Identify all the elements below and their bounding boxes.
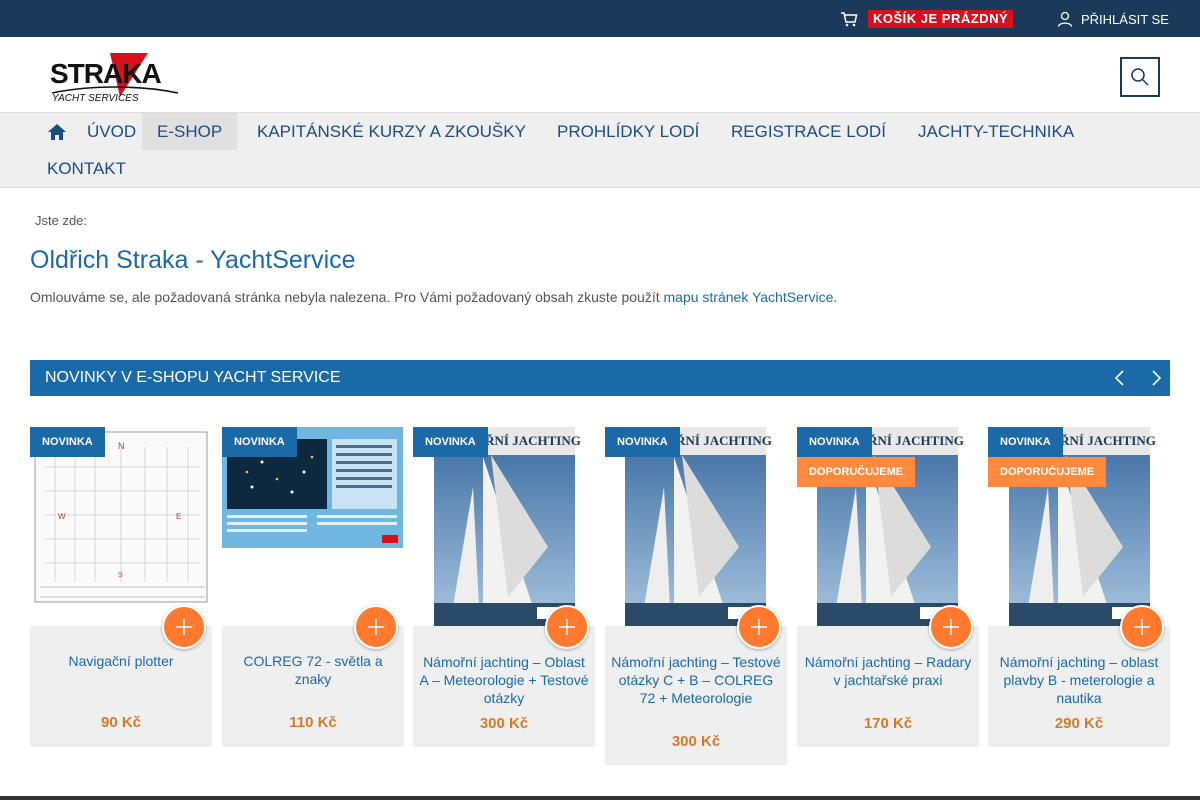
main-nav: ÚVOD E-SHOP KAPITÁNSKÉ KURZY A ZKOUŠKY P… [0,113,1200,188]
product-name[interactable]: Námořní jachting – Oblast A – Meteorolog… [418,653,590,707]
svg-text:W: W [58,512,66,521]
product-name[interactable]: Námořní jachting – oblast plavby B - met… [993,653,1165,707]
cart-icon [841,12,858,27]
cart-link[interactable]: KOŠÍK JE PRÁZDNÝ [840,9,1014,29]
message-text: Omlouváme se, ale požadovaná stránka neb… [30,289,664,305]
login-label: PŘIHLÁSIT SE [1081,11,1169,27]
header: STRAKA YACHT SERVICES [0,37,1200,113]
sitemap-link[interactable]: mapu stránek YachtService [664,289,834,305]
top-bar: KOŠÍK JE PRÁZDNÝ PŘIHLÁSIT SE [0,0,1200,37]
badge-new: NOVINKA [30,427,105,457]
nav-item-label: E-SHOP [157,122,223,141]
search-button[interactable] [1120,57,1160,97]
badge-recommended: DOPORUČUJEME [988,457,1107,487]
user-icon [1057,11,1073,27]
breadcrumb: Jste zde: [35,213,88,228]
product-price: 90 Kč [100,714,142,731]
add-to-cart-button[interactable] [354,605,398,649]
nav-item-label: KAPITÁNSKÉ KURZY A ZKOUŠKY [257,122,526,141]
product-image[interactable]: NÁMOŘNÍ JACHTING [605,427,787,627]
svg-text:S: S [118,572,123,579]
plus-icon [559,619,575,635]
nav-item-kurzy[interactable]: KAPITÁNSKÉ KURZY A ZKOUŠKY [242,113,541,150]
product-image[interactable]: N W E S [30,427,212,627]
product-name[interactable]: Námořní jachting – Testové otázky C + B … [610,653,782,707]
svg-text:E: E [176,512,181,521]
chevron-left-icon[interactable] [1110,368,1130,388]
plus-icon [943,619,959,635]
nav-item-label: REGISTRACE LODÍ [731,122,886,141]
product-name[interactable]: COLREG 72 - světla a znaky [227,652,399,688]
product-price: 110 Kč [289,714,337,731]
home-icon [48,123,66,140]
nav-item-jachty[interactable]: JACHTY-TECHNIKA [903,113,1089,150]
product-price: 300 Kč [671,733,721,750]
badge-recommended: DOPORUČUJEME [797,457,916,487]
chevron-right-icon[interactable] [1146,368,1166,388]
add-to-cart-button[interactable] [737,605,781,649]
nav-item-uvod[interactable]: ÚVOD [32,113,151,150]
product-name[interactable]: Námořní jachting – Radary v jachtařské p… [802,653,974,689]
badge-new: NOVINKA [605,427,680,457]
site-logo[interactable]: STRAKA YACHT SERVICES [50,49,180,104]
product-image[interactable] [222,427,404,627]
add-to-cart-button[interactable] [545,605,589,649]
nav-item-label: JACHTY-TECHNIKA [918,122,1075,141]
plus-icon [751,619,767,635]
plus-icon [368,619,384,635]
product-price: 290 Kč [1054,715,1104,732]
badge-new: NOVINKA [797,427,872,457]
badge-new: NOVINKA [413,427,488,457]
add-to-cart-button[interactable] [162,605,206,649]
svg-text:N: N [118,441,125,451]
nav-item-label: PROHLÍDKY LODÍ [557,122,700,141]
plus-icon [1134,619,1150,635]
nav-item-registrace[interactable]: REGISTRACE LODÍ [716,113,901,150]
nav-item-eshop[interactable]: E-SHOP [142,113,238,150]
product-price: 170 Kč [863,715,913,732]
nav-item-label: KONTAKT [47,159,127,178]
nav-item-prohlidky[interactable]: PROHLÍDKY LODÍ [542,113,714,150]
login-link[interactable]: PŘIHLÁSIT SE [1057,9,1169,29]
section-title: NOVINKY V E-SHOPU YACHT SERVICE [45,369,341,386]
footer-strip [0,796,1200,800]
section-header: NOVINKY V E-SHOPU YACHT SERVICE [30,360,1170,396]
badge-new: NOVINKA [988,427,1063,457]
add-to-cart-button[interactable] [929,605,973,649]
nav-item-label: ÚVOD [87,122,137,141]
product-name[interactable]: Navigační plotter [35,652,207,670]
cart-status: KOŠÍK JE PRÁZDNÝ [868,10,1014,28]
plus-icon [176,619,192,635]
svg-text:STRAKA: STRAKA [50,58,161,89]
nav-item-kontakt[interactable]: KONTAKT [32,150,141,187]
badge-new: NOVINKA [222,427,297,457]
add-to-cart-button[interactable] [1120,605,1164,649]
search-icon [1131,68,1149,86]
svg-text:YACHT SERVICES: YACHT SERVICES [52,93,139,103]
message-end: . [833,289,838,305]
product-price: 300 Kč [479,715,529,732]
not-found-message: Omlouváme se, ale požadovaná stránka neb… [30,289,837,305]
page-title: Oldřich Straka - YachtService [30,246,356,274]
product-image[interactable]: NÁMOŘNÍ JACHTING [413,427,595,627]
